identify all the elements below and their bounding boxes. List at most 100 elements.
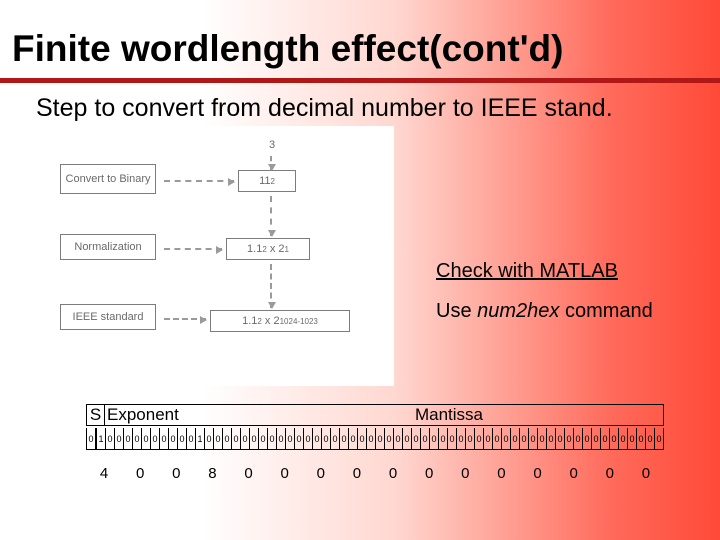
bit-cell: 0 [232,428,241,449]
bit-cell: 1 [97,428,106,449]
bit-cell: 0 [547,428,556,449]
bit-cell: 0 [151,428,160,449]
bit-cell: 0 [619,428,628,449]
hex-cell: 0 [520,462,556,484]
bit-cell: 0 [304,428,313,449]
value-decimal: 3 [248,134,296,156]
bit-cell: 0 [538,428,547,449]
hex-row: 4008000000000000 [86,462,664,484]
value-ieee: 1.12 x 21024-1023 [210,310,350,332]
hex-cell: 0 [303,462,339,484]
hex-cell: 0 [375,462,411,484]
bit-cell: 0 [322,428,331,449]
hex-cell: 0 [267,462,303,484]
bit-cell: 0 [628,428,637,449]
bit-cell: 0 [259,428,268,449]
ieee-sub: 2 [257,317,261,326]
bit-cell: 0 [268,428,277,449]
hex-cell: 0 [483,462,519,484]
bit-cell: 0 [367,428,376,449]
ieee-exp: 1024-1023 [280,317,318,326]
bit-cell: 0 [484,428,493,449]
hex-cell: 0 [447,462,483,484]
hex-cell: 0 [592,462,628,484]
bit-row: 0100000000001000000000000000000000000000… [86,428,664,450]
bit-cell: 0 [178,428,187,449]
arrow-icon [270,264,272,308]
bit-cell: 0 [124,428,133,449]
bit-cell: 0 [250,428,259,449]
bit-cell: 0 [376,428,385,449]
step-box-convert: Convert to Binary [60,164,156,194]
bit-cell: 0 [430,428,439,449]
subtitle: Step to convert from decimal number to I… [36,94,613,123]
bit-cell: 1 [196,428,205,449]
arrow-icon [270,196,272,236]
hex-cell: 4 [86,462,122,484]
arrow-icon [164,180,234,182]
bit-cell: 0 [529,428,538,449]
bit-cell: 0 [169,428,178,449]
arrow-icon [270,156,272,170]
value-binary-main: 11 [259,175,270,187]
hex-cell: 0 [556,462,592,484]
hex-cell: 0 [628,462,664,484]
hex-cell: 0 [339,462,375,484]
bit-cell: 0 [601,428,610,449]
bit-cell: 0 [493,428,502,449]
bit-cell: 0 [502,428,511,449]
bit-cell: 0 [520,428,529,449]
value-binary-sub: 2 [270,177,274,186]
bit-cell: 0 [358,428,367,449]
bit-cell: 0 [349,428,358,449]
hex-cell: 0 [158,462,194,484]
step-box-ieee: IEEE standard [60,304,156,330]
use-command-text: Use num2hex command [436,300,653,323]
bit-cell: 0 [331,428,340,449]
bit-cell: 0 [637,428,646,449]
bit-cell: 0 [556,428,565,449]
bit-cell: 0 [448,428,457,449]
bit-cell: 0 [610,428,619,449]
bit-cell: 0 [583,428,592,449]
bit-cell: 0 [403,428,412,449]
use-command: num2hex [477,300,559,322]
bit-cell: 0 [421,428,430,449]
hex-cell: 8 [194,462,230,484]
norm-exp: 1 [285,245,289,254]
use-prefix: Use [436,300,477,322]
bit-cell: 0 [439,428,448,449]
bit-cell: 0 [385,428,394,449]
hex-cell: 0 [231,462,267,484]
slide-title: Finite wordlength effect(cont'd) [12,28,708,70]
bit-cell: 0 [466,428,475,449]
bit-cell: 0 [295,428,304,449]
label-sign: S [87,405,105,425]
value-normalized: 1.12 x 21 [226,238,310,260]
bit-cell: 0 [574,428,583,449]
bit-cell: 0 [286,428,295,449]
label-mantissa: Mantissa [235,405,663,425]
bit-cell: 0 [133,428,142,449]
bit-cell: 0 [511,428,520,449]
bit-cell: 0 [655,428,663,449]
arrow-icon [164,248,222,250]
bit-cell: 0 [394,428,403,449]
bit-cell: 0 [160,428,169,449]
norm-sub: 2 [262,245,266,254]
bit-cell: 0 [106,428,115,449]
bit-cell: 0 [223,428,232,449]
value-binary: 112 [238,170,296,192]
bit-cell: 0 [241,428,250,449]
bit-cell: 0 [646,428,655,449]
conversion-diagram: Convert to Binary Normalization IEEE sta… [54,126,394,386]
bit-cell: 0 [565,428,574,449]
bit-headers: S Exponent Mantissa [86,404,664,426]
step-box-normalize: Normalization [60,234,156,260]
bit-cell: 0 [475,428,484,449]
arrow-icon [164,318,206,320]
title-underline [0,78,720,83]
norm-base: 1.1 [247,243,262,255]
bit-cell: 0 [412,428,421,449]
bit-cell: 0 [205,428,214,449]
